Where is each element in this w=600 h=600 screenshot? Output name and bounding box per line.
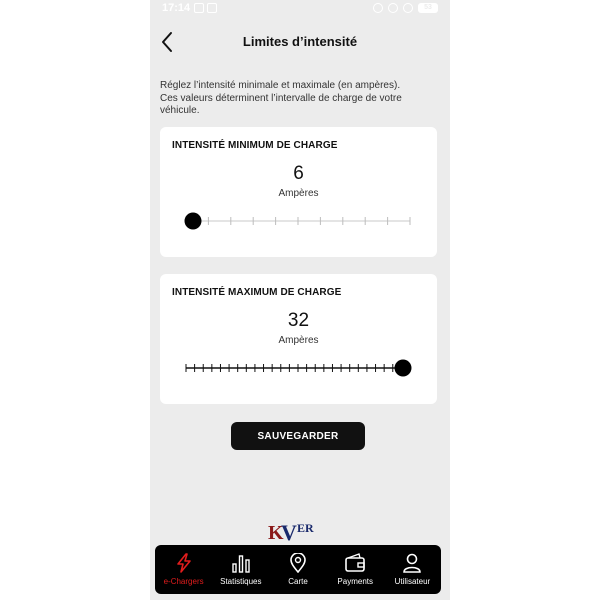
status-time: 17:14 [162,2,191,14]
svg-text:V: V [281,520,297,543]
max-intensity-title: INTENSITÉ MAXIMUM DE CHARGE [172,287,342,298]
user-icon [403,553,422,573]
nav-item-utilisateur[interactable]: Utilisateur [384,545,441,594]
page-title: Limites d’intensité [242,34,358,49]
nav-item-e-chargers[interactable]: e-Chargers [155,545,212,594]
slider-thumb[interactable] [394,359,412,377]
status-bar: 17:14 53 [150,0,450,18]
max-intensity-slider[interactable] [184,356,412,380]
message-icon [207,3,217,13]
phone-screen: 17:14 53 Limites d’intensité Réglez l’in… [150,0,450,600]
description-line: Ces valeurs déterminent l’intervalle de … [160,92,402,104]
min-intensity-value: 6 [293,163,304,184]
bar-chart-icon [232,555,250,573]
save-button[interactable]: SAUVEGARDER [231,422,365,450]
wifi-icon [388,3,398,13]
battery-icon: 53 [418,3,438,13]
max-intensity-card: INTENSITÉ MAXIMUM DE CHARGE 32 Ampères [160,274,437,404]
map-pin-icon [290,553,306,573]
nav-item-statistiques[interactable]: Statistiques [212,545,269,594]
system-icons: 53 [373,3,438,13]
nav-label: Statistiques [220,577,262,586]
kver-logo: K V ER [266,519,336,545]
min-intensity-card: INTENSITÉ MINIMUM DE CHARGE 6 Ampères [160,127,437,257]
nav-item-carte[interactable]: Carte [269,545,326,594]
nav-label: Carte [288,577,308,586]
notification-icons [194,3,217,13]
nav-label: Payments [337,577,373,586]
bottom-nav: e-Chargers Statistiques Carte Payments U… [155,545,441,594]
description-line: véhicule. [160,105,200,116]
nav-label: e-Chargers [163,577,204,586]
slider-thumb[interactable] [184,212,202,230]
max-intensity-unit: Ampères [278,335,319,346]
svg-text:ER: ER [297,521,314,535]
wallet-icon [345,553,366,572]
min-intensity-slider[interactable] [184,209,412,233]
nav-item-payments[interactable]: Payments [327,545,384,594]
nav-label: Utilisateur [394,577,431,586]
description-line: Réglez l’intensité minimale et maximale … [160,80,401,91]
bolt-icon [176,553,191,573]
header: Limites d’intensité [150,26,450,58]
max-intensity-value: 32 [287,310,310,331]
mute-icon [373,3,383,13]
min-intensity-title: INTENSITÉ MINIMUM DE CHARGE [172,140,338,151]
notification-icon [194,3,204,13]
min-intensity-unit: Ampères [278,188,319,199]
signal-icon [403,3,413,13]
description-text: Réglez l’intensité minimale et maximale … [160,80,445,118]
